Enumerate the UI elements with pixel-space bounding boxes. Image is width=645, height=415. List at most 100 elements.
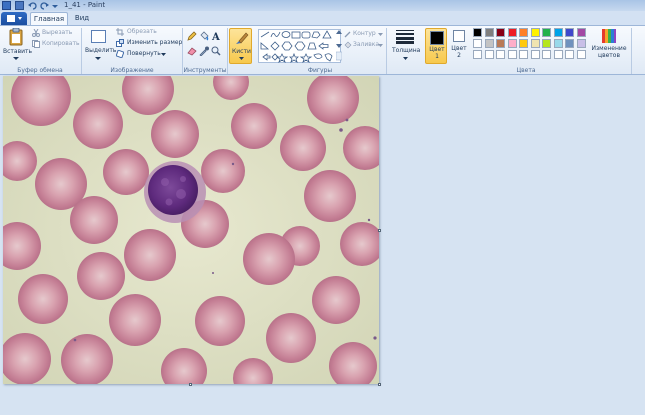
color-swatch[interactable] bbox=[519, 50, 528, 59]
color-swatch[interactable] bbox=[496, 50, 505, 59]
copy-icon bbox=[32, 40, 40, 48]
color1-label: Цвет 1 bbox=[429, 46, 445, 60]
edit-colors-button[interactable]: Изменение цветов bbox=[590, 28, 628, 64]
select-label: Выделить bbox=[85, 47, 117, 54]
crop-label: Обрезать bbox=[127, 28, 157, 35]
title-bar: 1_41 - Paint bbox=[0, 0, 645, 11]
color-swatch[interactable] bbox=[496, 39, 505, 48]
color-swatch[interactable] bbox=[553, 39, 563, 48]
rotate-button[interactable]: Повернуть bbox=[116, 49, 166, 59]
cut-label: Вырезать bbox=[42, 29, 73, 36]
pencil-icon[interactable] bbox=[187, 31, 197, 41]
drawing-canvas[interactable] bbox=[3, 76, 379, 384]
color-swatch[interactable] bbox=[565, 50, 574, 59]
color-swatch[interactable] bbox=[530, 50, 540, 59]
color2-button[interactable]: Цвет 2 bbox=[449, 28, 469, 64]
resize-handle-bottom[interactable] bbox=[189, 383, 192, 386]
magnifier-icon[interactable] bbox=[211, 46, 221, 56]
color-swatch[interactable] bbox=[473, 28, 482, 37]
shapes-scroll-icon[interactable] bbox=[336, 30, 342, 62]
image-group-label: Изображение bbox=[110, 67, 154, 74]
chevron-down-icon bbox=[13, 57, 19, 60]
copy-label: Копировать bbox=[42, 40, 80, 47]
color-swatch[interactable] bbox=[576, 39, 586, 48]
color-swatch[interactable] bbox=[542, 28, 551, 37]
file-menu-button[interactable] bbox=[1, 12, 27, 25]
color-swatch[interactable] bbox=[576, 28, 586, 37]
fill-icon[interactable] bbox=[199, 31, 209, 41]
color-swatch[interactable] bbox=[553, 50, 563, 59]
colors-group-label: Цвета bbox=[516, 67, 536, 74]
save-icon[interactable] bbox=[15, 1, 24, 10]
resize-handle-corner[interactable] bbox=[378, 383, 381, 386]
copy-button[interactable]: Копировать bbox=[32, 39, 80, 49]
redo-icon[interactable] bbox=[40, 1, 49, 10]
chevron-down-icon bbox=[378, 33, 383, 36]
tools-group-label: Инструменты bbox=[183, 67, 227, 74]
fill-bucket-icon bbox=[344, 41, 352, 49]
color-swatch[interactable] bbox=[530, 39, 540, 48]
chevron-down-icon bbox=[95, 57, 101, 60]
crop-icon bbox=[116, 28, 124, 36]
color1-swatch bbox=[430, 31, 444, 45]
group-divider bbox=[631, 28, 632, 74]
color-swatch[interactable] bbox=[484, 28, 494, 37]
eraser-icon[interactable] bbox=[187, 46, 197, 56]
edit-colors-label: Изменение цветов bbox=[591, 45, 627, 59]
brushes-label: Кисти bbox=[232, 48, 251, 55]
tab-view[interactable]: Вид bbox=[72, 12, 92, 25]
shapes-group-label: Фигуры bbox=[307, 67, 333, 74]
color-swatch[interactable] bbox=[565, 39, 574, 48]
color-swatch[interactable] bbox=[507, 50, 517, 59]
shapes-gallery bbox=[258, 29, 341, 63]
color-swatch[interactable] bbox=[576, 50, 586, 59]
color-swatch[interactable] bbox=[519, 39, 528, 48]
resize-button[interactable]: Изменить размер bbox=[116, 38, 182, 48]
svg-text:A: A bbox=[211, 32, 220, 41]
crop-button[interactable]: Обрезать bbox=[116, 27, 166, 37]
color-swatch[interactable] bbox=[473, 39, 482, 48]
color-swatch[interactable] bbox=[519, 28, 528, 37]
quick-access-dropdown-icon[interactable] bbox=[52, 1, 61, 10]
resize-icon bbox=[116, 39, 124, 47]
color-swatch[interactable] bbox=[542, 39, 551, 48]
line-thickness-icon bbox=[396, 30, 414, 44]
color-swatch[interactable] bbox=[484, 50, 494, 59]
chevron-down-icon bbox=[378, 44, 383, 47]
text-icon[interactable]: A bbox=[211, 31, 221, 41]
select-rectangle-icon bbox=[91, 30, 106, 43]
size-label: Толщина bbox=[392, 47, 421, 54]
color-swatch[interactable] bbox=[553, 28, 563, 37]
clipboard-icon bbox=[9, 28, 23, 46]
undo-icon[interactable] bbox=[28, 1, 37, 10]
color-swatch[interactable] bbox=[496, 28, 505, 37]
rotate-label: Повернуть bbox=[127, 50, 161, 57]
color-swatch[interactable] bbox=[507, 39, 517, 48]
window-title: 1_41 - Paint bbox=[64, 1, 106, 9]
shapes-gallery-icons bbox=[260, 30, 333, 63]
rotate-icon bbox=[116, 50, 124, 58]
select-button[interactable]: Выделить bbox=[84, 28, 116, 64]
paste-button[interactable]: Вставить bbox=[2, 28, 33, 64]
outline-button[interactable]: Контур bbox=[344, 29, 384, 39]
color-swatch[interactable] bbox=[484, 39, 494, 48]
brushes-button[interactable]: Кисти bbox=[229, 28, 252, 64]
color-swatch[interactable] bbox=[473, 50, 482, 59]
outline-icon bbox=[344, 31, 351, 38]
size-button[interactable]: Толщина bbox=[389, 28, 421, 64]
color-swatch[interactable] bbox=[507, 28, 517, 37]
tab-home[interactable]: Главная bbox=[30, 12, 68, 25]
chevron-down-icon bbox=[18, 17, 22, 20]
color-swatch[interactable] bbox=[542, 50, 551, 59]
color-picker-icon[interactable] bbox=[199, 46, 209, 56]
color-swatch[interactable] bbox=[530, 28, 540, 37]
ribbon-tab-bar: Главная Вид bbox=[0, 11, 645, 25]
color1-button[interactable]: Цвет 1 bbox=[425, 28, 447, 64]
cut-button[interactable]: Вырезать bbox=[32, 28, 78, 38]
paint-app-icon[interactable] bbox=[2, 1, 11, 10]
resize-handle-right[interactable] bbox=[378, 229, 381, 232]
fill-button[interactable]: Заливка bbox=[344, 40, 384, 50]
paste-label: Вставить bbox=[3, 48, 33, 55]
color-swatch[interactable] bbox=[565, 28, 574, 37]
chevron-down-icon bbox=[161, 53, 166, 56]
